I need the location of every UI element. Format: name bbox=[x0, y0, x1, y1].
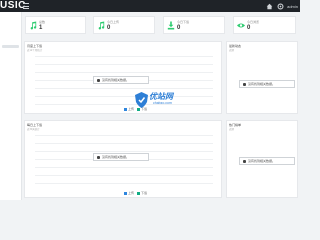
no-data-text: 没有找到相关数据。 bbox=[248, 82, 276, 86]
warning-icon bbox=[243, 82, 246, 86]
home-icon[interactable] bbox=[266, 3, 273, 10]
panel-subtitle: 近30天统计 bbox=[27, 128, 40, 131]
stat-label: 总数 bbox=[39, 20, 46, 24]
gear-icon[interactable] bbox=[277, 3, 284, 10]
watermark-logo: 优站网 chabzo.com bbox=[131, 91, 187, 111]
grid-line bbox=[35, 183, 213, 184]
stat-label: 今日下载 bbox=[177, 20, 190, 24]
stat-value: 1 bbox=[39, 25, 43, 31]
stat-label: 今日浏览 bbox=[247, 20, 260, 24]
grid-line bbox=[35, 88, 213, 89]
eye-icon bbox=[237, 23, 245, 28]
warning-icon bbox=[97, 155, 100, 159]
panel-subtitle: 近期 bbox=[229, 49, 235, 52]
grid-line bbox=[35, 175, 213, 176]
grid-line bbox=[35, 135, 213, 136]
chart-legend: 上传 下载 bbox=[121, 191, 147, 195]
no-data-message: 没有找到相关数据。 bbox=[93, 76, 149, 84]
music-note-icon bbox=[30, 21, 37, 30]
no-data-text: 没有找到相关数据。 bbox=[102, 155, 130, 159]
legend-label-upload[interactable]: 上传 bbox=[128, 191, 134, 195]
stat-value: 0 bbox=[177, 25, 181, 31]
grid-line bbox=[35, 151, 213, 152]
user-menu[interactable]: admin bbox=[287, 4, 300, 9]
stat-card-views: 今日浏览 0 bbox=[233, 16, 296, 34]
grid-line bbox=[35, 64, 213, 65]
side-panel-latest: 最新动态 近期 没有找到相关数据。 bbox=[226, 41, 298, 114]
no-data-message: 没有找到相关数据。 bbox=[239, 80, 295, 88]
stat-card-total: 总数 1 bbox=[25, 16, 86, 34]
grid-line bbox=[35, 167, 213, 168]
stat-label: 今日上传 bbox=[107, 20, 120, 24]
no-data-text: 没有找到相关数据。 bbox=[102, 78, 130, 82]
stat-card-uploads: 今日上传 0 bbox=[93, 16, 155, 34]
legend-swatch-download bbox=[137, 191, 141, 195]
shield-icon bbox=[135, 92, 148, 108]
watermark-subtitle: chabzo.com bbox=[153, 101, 172, 105]
chart-panel-daily: 每日上下载 近30天统计 没有找到相关数据。 上传 下载 bbox=[24, 120, 222, 198]
legend-label-download[interactable]: 下载 bbox=[141, 191, 147, 195]
no-data-message: 没有找到相关数据。 bbox=[93, 153, 149, 161]
warning-icon bbox=[243, 159, 246, 163]
legend-swatch-upload bbox=[124, 191, 127, 195]
download-icon bbox=[167, 21, 175, 30]
panel-subtitle: 近12个月统计 bbox=[27, 49, 43, 52]
stat-value: 0 bbox=[247, 25, 251, 31]
warning-icon bbox=[97, 78, 100, 82]
sidebar bbox=[0, 12, 22, 200]
no-data-text: 没有找到相关数据。 bbox=[248, 159, 276, 163]
stat-card-downloads: 今日下载 0 bbox=[163, 16, 225, 34]
grid-line bbox=[35, 143, 213, 144]
music-note-icon bbox=[98, 21, 105, 30]
chart-panel-monthly: 月度上下载 近12个月统计 没有找到相关数据。 上传 下载 bbox=[24, 41, 222, 114]
legend-swatch-upload bbox=[124, 107, 127, 111]
grid-line bbox=[35, 56, 213, 57]
top-right-controls: admin bbox=[266, 0, 300, 12]
menu-toggle-button[interactable] bbox=[23, 3, 29, 9]
no-data-message: 没有找到相关数据。 bbox=[239, 157, 295, 165]
stat-value: 0 bbox=[107, 25, 111, 31]
sidebar-item[interactable] bbox=[2, 45, 19, 48]
panel-subtitle: 近期 bbox=[229, 128, 235, 131]
top-navbar: USIC admin bbox=[0, 0, 300, 12]
side-panel-hot: 热门榜单 近期 没有找到相关数据。 bbox=[226, 120, 298, 198]
grid-line bbox=[35, 72, 213, 73]
